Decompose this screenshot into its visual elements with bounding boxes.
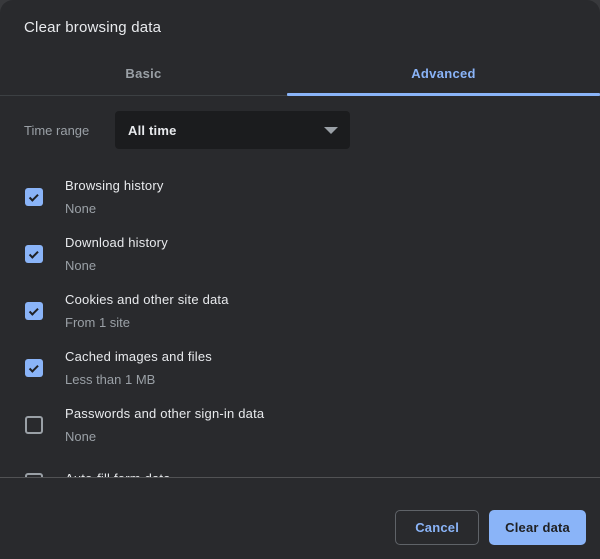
row-sublabel: Less than 1 MB (65, 372, 212, 388)
row-label: Passwords and other sign-in data (65, 406, 264, 422)
data-type-list: Browsing history None Download history N… (24, 177, 576, 477)
cancel-button[interactable]: Cancel (395, 510, 479, 545)
checkmark-icon (28, 248, 38, 258)
browsing-history-checkbox[interactable] (25, 188, 43, 206)
row-passwords: Passwords and other sign-in data None (24, 405, 576, 445)
tab-advanced-label: Advanced (411, 66, 476, 81)
checkmark-icon (28, 191, 38, 201)
passwords-checkbox[interactable] (25, 416, 43, 434)
row-cached-images: Cached images and files Less than 1 MB (24, 348, 576, 388)
cookies-checkbox[interactable] (25, 302, 43, 320)
time-range-select[interactable]: All time (115, 111, 350, 149)
time-range-value: All time (128, 123, 324, 138)
row-sublabel: None (65, 429, 264, 445)
clear-data-button[interactable]: Clear data (489, 510, 586, 545)
row-sublabel: From 1 site (65, 315, 229, 331)
time-range-row: Time range All time (24, 111, 576, 149)
row-label: Cached images and files (65, 349, 212, 365)
row-download-history: Download history None (24, 234, 576, 274)
row-cookies: Cookies and other site data From 1 site (24, 291, 576, 331)
checkmark-icon (28, 362, 38, 372)
row-label: Download history (65, 235, 168, 251)
caret-down-icon (324, 127, 338, 134)
dialog-footer: Cancel Clear data (0, 477, 600, 559)
row-label: Browsing history (65, 178, 164, 194)
tab-strip: Basic Advanced (0, 52, 600, 96)
row-label: Cookies and other site data (65, 292, 229, 308)
download-history-checkbox[interactable] (25, 245, 43, 263)
row-sublabel: None (65, 258, 168, 274)
cached-images-checkbox[interactable] (25, 359, 43, 377)
active-tab-indicator (287, 93, 600, 96)
tab-basic[interactable]: Basic (0, 66, 287, 81)
time-range-label: Time range (24, 123, 115, 138)
tab-advanced[interactable]: Advanced (287, 66, 600, 81)
dialog-header: Clear browsing data (0, 0, 600, 52)
dialog-title: Clear browsing data (24, 19, 576, 36)
checkmark-icon (28, 305, 38, 315)
row-sublabel: None (65, 201, 164, 217)
clear-browsing-data-dialog: Clear browsing data Basic Advanced Time … (0, 0, 600, 559)
row-autofill: Auto-fill form data (24, 462, 576, 477)
row-browsing-history: Browsing history None (24, 177, 576, 217)
dialog-scroll-area[interactable]: Time range All time Browsing history Non… (0, 96, 600, 477)
tab-basic-label: Basic (125, 66, 161, 81)
